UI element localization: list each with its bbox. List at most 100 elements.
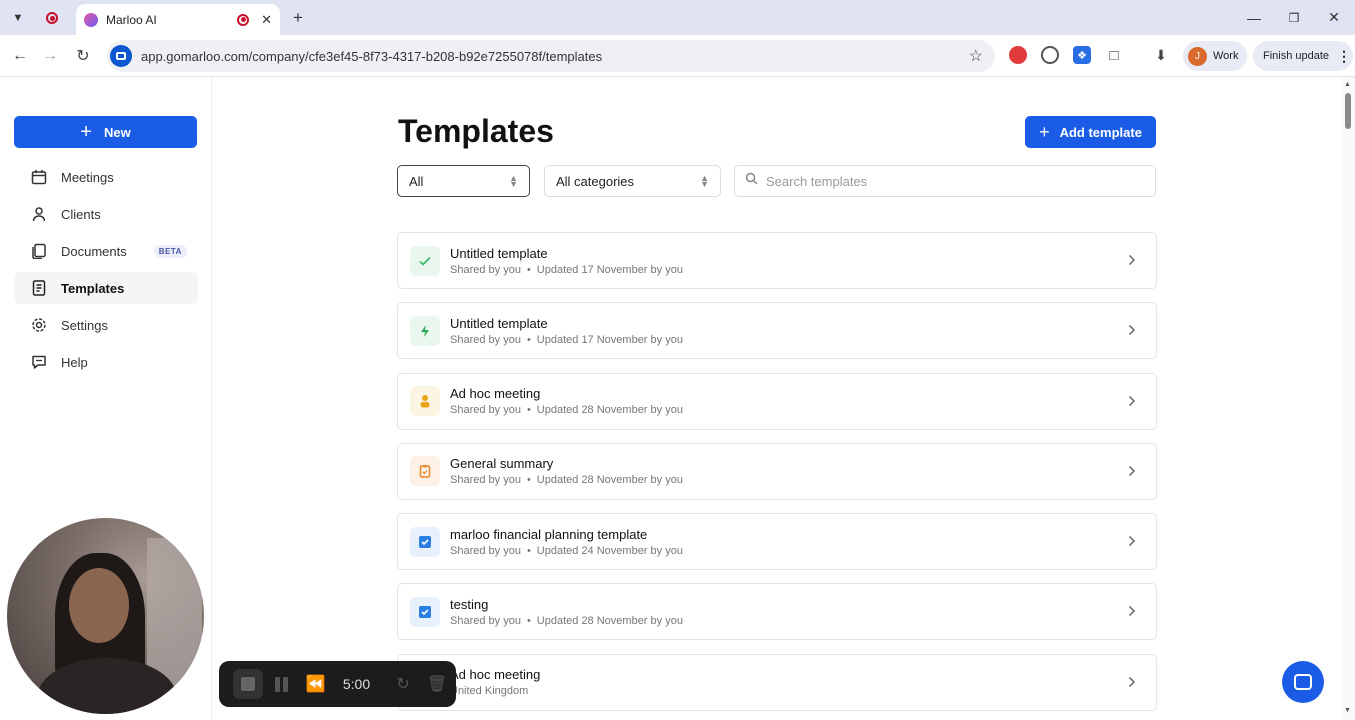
- profile-label: Work: [1213, 50, 1239, 62]
- pause-button[interactable]: [267, 669, 297, 699]
- checkbox-icon: [410, 526, 440, 557]
- template-updated: Updated 17 November by you: [536, 333, 683, 346]
- template-meta: Shared by you • Updated 28 November by you: [450, 474, 683, 486]
- pause-icon: [275, 676, 289, 692]
- finish-update-button[interactable]: Finish update ⋮: [1253, 41, 1353, 71]
- stop-icon: [240, 677, 255, 691]
- extension-blue-icon[interactable]: ❖: [1073, 46, 1091, 64]
- close-window-icon[interactable]: ✕: [1314, 0, 1354, 35]
- sidebar-item-templates[interactable]: Templates: [14, 272, 198, 304]
- add-template-button[interactable]: + Add template: [1025, 116, 1156, 148]
- scroll-down-icon[interactable]: ▼: [1344, 707, 1351, 714]
- rewind-icon[interactable]: ⏪: [301, 669, 331, 699]
- new-tab-icon[interactable]: +: [288, 8, 308, 28]
- template-text: Untitled template Shared by you • Updated …: [450, 246, 683, 276]
- chevron-right-icon: [1128, 464, 1136, 480]
- favicon-icon: [84, 12, 98, 27]
- forward-icon[interactable]: →: [38, 44, 62, 68]
- template-text: testing Shared by you • Updated 28 Novembe…: [450, 597, 683, 627]
- gear-icon: [30, 317, 47, 334]
- recording-indicator-icon[interactable]: [44, 10, 60, 26]
- bookmark-star-icon[interactable]: ☆: [969, 46, 983, 66]
- chevron-right-icon: [1128, 253, 1136, 269]
- profile-chip[interactable]: J Work: [1183, 41, 1247, 71]
- template-shared: Shared by you: [450, 474, 521, 487]
- template-updated: Updated 28 November by you: [536, 404, 683, 417]
- kebab-menu-icon[interactable]: ⋮: [1337, 48, 1351, 65]
- chevron-right-icon: [1128, 675, 1136, 691]
- sidebar-item-clients[interactable]: Clients: [14, 198, 198, 230]
- chat-launcher-button[interactable]: [1282, 661, 1324, 703]
- search-input[interactable]: [766, 173, 1146, 189]
- extension-flag-icon[interactable]: [1009, 46, 1027, 64]
- recording-controls: ⏪ 5:00 ↻ 🗑: [219, 661, 456, 707]
- category-filter-value: All categories: [556, 173, 635, 189]
- url-text[interactable]: app.gomarloo.com/company/cfe3ef45-8f73-4…: [141, 49, 969, 64]
- sidebar-item-help[interactable]: Help: [14, 346, 198, 378]
- template-name: Untitled template: [450, 315, 548, 331]
- template-updated: Updated 28 November by you: [536, 614, 683, 627]
- template-name: Ad hoc meeting: [450, 667, 541, 683]
- template-row[interactable]: Ad hoc meeting United Kingdom: [397, 653, 1157, 711]
- address-bar[interactable]: app.gomarloo.com/company/cfe3ef45-8f73-4…: [107, 40, 995, 72]
- webcam-bubble[interactable]: [7, 518, 204, 714]
- plus-icon: +: [80, 121, 92, 143]
- checkbox-icon: [410, 596, 440, 627]
- reload-icon[interactable]: ↻: [71, 44, 95, 68]
- new-button[interactable]: + New: [14, 116, 197, 148]
- template-meta: United Kingdom: [450, 685, 540, 697]
- scroll-up-icon[interactable]: ▲: [1344, 81, 1351, 88]
- person-icon: [30, 206, 47, 223]
- avatar: J: [1188, 46, 1207, 66]
- extensions-puzzle-icon[interactable]: □: [1105, 46, 1123, 64]
- search-box[interactable]: [734, 165, 1156, 197]
- separator-dot: •: [526, 614, 531, 627]
- template-shared: Shared by you: [450, 544, 521, 557]
- trash-icon[interactable]: 🗑: [422, 669, 452, 699]
- template-icon: [30, 280, 47, 297]
- site-info-icon[interactable]: [110, 45, 132, 67]
- sidebar-item-meetings[interactable]: Meetings: [14, 161, 198, 193]
- scrollbar-thumb[interactable]: [1345, 93, 1351, 129]
- search-icon: [745, 172, 758, 190]
- template-list: Untitled template Shared by you • Updated …: [397, 232, 1157, 720]
- template-meta: Shared by you • Updated 17 November by you: [450, 264, 683, 276]
- template-shared: United Kingdom: [450, 685, 529, 698]
- close-tab-icon[interactable]: ✕: [261, 12, 272, 28]
- calendar-icon: [30, 169, 47, 186]
- restart-icon[interactable]: ↻: [388, 669, 418, 699]
- template-meta: Shared by you • Updated 17 November by you: [450, 334, 683, 346]
- updown-chevron-icon: ▲ ▼: [700, 173, 709, 189]
- back-icon[interactable]: ←: [8, 44, 32, 68]
- sidebar-item-settings[interactable]: Settings: [14, 309, 198, 341]
- new-button-label: New: [103, 124, 131, 140]
- category-filter-select[interactable]: All categories ▲ ▼: [544, 165, 721, 197]
- tab-search-chevron-icon[interactable]: ▼: [8, 8, 28, 28]
- separator-dot: •: [526, 333, 531, 346]
- template-row[interactable]: Untitled template Shared by you • Updated …: [397, 302, 1157, 360]
- download-icon[interactable]: ⬇: [1152, 46, 1170, 64]
- template-row[interactable]: Ad hoc meeting Shared by you • Updated 28 …: [397, 372, 1157, 430]
- extension-search-icon[interactable]: [1041, 46, 1059, 64]
- sidebar-item-documents[interactable]: Documents BETA: [14, 235, 198, 267]
- browser-toolbar: ← → ↻ app.gomarloo.com/company/cfe3ef45-…: [0, 35, 1355, 77]
- browser-tab-active[interactable]: Marloo AI ✕: [76, 4, 280, 35]
- clipboard-icon: [410, 456, 440, 487]
- minimize-icon[interactable]: —: [1234, 0, 1274, 35]
- browser-tabbar: ▼ Marloo AI ✕ + — ❐ ✕: [0, 0, 1355, 35]
- template-row[interactable]: testing Shared by you • Updated 28 Novembe…: [397, 583, 1157, 641]
- scrollbar[interactable]: ▲ ▼: [1341, 77, 1355, 720]
- template-row[interactable]: marloo financial planning template Share…: [397, 513, 1157, 571]
- template-meta: Shared by you • Updated 28 November by you: [450, 615, 683, 627]
- template-text: Untitled template Shared by you • Updated …: [450, 316, 683, 346]
- template-row[interactable]: General summary Shared by you • Updated 28…: [397, 442, 1157, 500]
- owner-filter-select[interactable]: All ▲ ▼: [397, 165, 530, 197]
- restore-icon[interactable]: ❐: [1274, 0, 1314, 35]
- chat-icon: [1294, 674, 1312, 690]
- sidebar-item-label: Settings: [61, 317, 108, 333]
- template-row[interactable]: Untitled template Shared by you • Updated …: [397, 232, 1157, 289]
- beta-badge: BETA: [153, 244, 187, 258]
- stop-recording-button[interactable]: [233, 669, 263, 699]
- page-title: Templates: [398, 113, 554, 149]
- separator-dot: •: [526, 263, 531, 276]
